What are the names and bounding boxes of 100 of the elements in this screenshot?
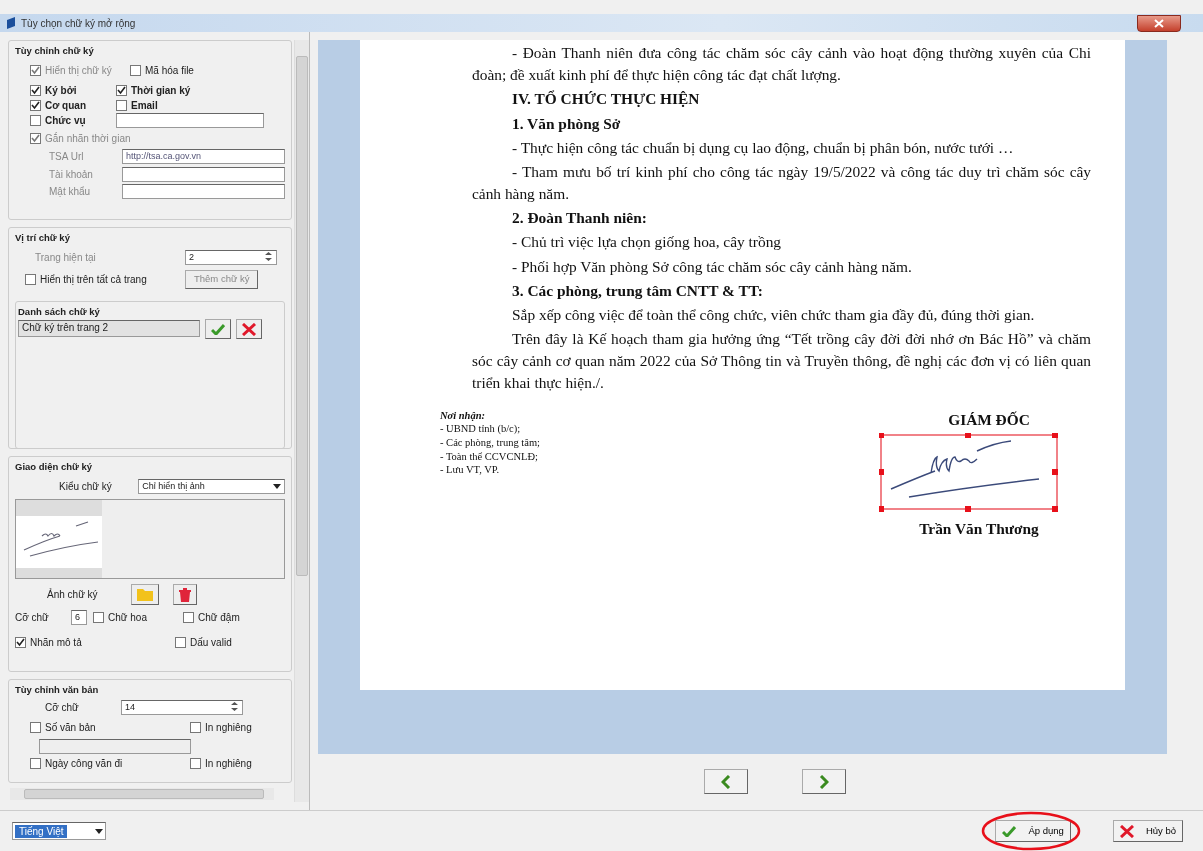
checkbox-label: Hiển thị chữ ký (45, 64, 112, 79)
group-title: Vị trí chữ ký (15, 231, 72, 246)
spinner-arrows-icon[interactable] (264, 251, 273, 263)
checkbox[interactable] (116, 100, 127, 112)
scrollbar-thumb[interactable] (24, 789, 264, 799)
field-label: Trang hiện tại (35, 251, 97, 266)
checkbox-label: Mã hóa file (145, 64, 194, 79)
checkbox[interactable] (175, 636, 186, 648)
checkbox-label: Hiển thị trên tất cả trang (40, 272, 147, 287)
window-title: Tùy chọn chữ ký mở rộng (21, 16, 136, 31)
field-label: Mật khẩu (49, 185, 92, 200)
app-icon (6, 17, 16, 29)
dropdown-arrow-icon (273, 484, 281, 490)
checkbox-label: Ký bởi (45, 84, 77, 99)
recipient-item: - UBND tỉnh (b/c); (440, 422, 522, 436)
field-label: Tài khoản (49, 167, 94, 182)
checkbox-label: In nghiêng (205, 757, 252, 772)
dropdown-arrow-icon (95, 828, 103, 834)
recipient-item: - Các phòng, trung tâm; (440, 435, 541, 450)
paragraph: - Đoàn Thanh niên đưa công tác chăm sóc cây cảnh vào hoạt động thường xuyên của Chi đoàn; đề xuất kinh phí để thực hiện công tác đạt chất lượng. (472, 43, 1091, 86)
paragraph: Sắp xếp công việc để toàn thể công chức, viên chức tham gia đầy đủ, đúng thời gian. (511, 304, 1036, 325)
right-chevron-icon (819, 774, 829, 789)
checkbox[interactable] (30, 100, 41, 112)
folder-icon (137, 588, 153, 602)
paragraph: - Tham mưu bố trí kinh phí cho công tác ngày 19/5/2022 và công tác duy trì chăm sóc cây cảnh hàng năm. (472, 161, 1091, 205)
group-title: Giao diện chữ ký (15, 460, 95, 475)
checkbox-label: Chức vụ (45, 114, 86, 129)
close-icon (1154, 18, 1164, 28)
checkbox[interactable] (93, 611, 104, 623)
field-label: Cỡ chữ (15, 610, 50, 625)
checkbox-label: Email (131, 99, 158, 114)
cancel-button[interactable]: Hủy bỏ (1112, 820, 1183, 842)
confirm-button[interactable] (205, 318, 231, 339)
horizontal-scrollbar[interactable] (10, 788, 274, 800)
list-item[interactable]: Chữ ký trên trang 2 (18, 320, 200, 338)
recipient-item: - Lưu VT, VP. (440, 463, 501, 477)
field-value: 14 (125, 700, 135, 714)
paragraph: Trên đây là Kế hoạch tham gia hưởng ứng “Tết trồng cây đời đời nhớ ơn Bác Hồ” và chăm sóc cây cảnh cơ quan năm 2022 của Sở Thông tin và Truyền thông, đề nghị các đơn vị có liên quan triển khai thực hiện./. (472, 329, 1091, 394)
scrollbar[interactable] (294, 40, 309, 802)
text-field[interactable]: http://tsa.ca.gov.vn (122, 149, 285, 165)
delete-image-button[interactable] (173, 584, 197, 605)
section-heading: 3. Các phòng, trung tâm CNTT & TT: (511, 280, 764, 301)
apply-button[interactable]: Áp dụng (995, 820, 1071, 842)
close-button[interactable] (1137, 14, 1181, 32)
field-label: TSA Url (49, 150, 85, 165)
checkbox-label: In nghiêng (205, 720, 252, 735)
delete-button[interactable] (236, 318, 262, 339)
spinner-arrows-icon[interactable] (230, 700, 239, 712)
checkbox[interactable] (190, 758, 201, 770)
group-title: Tùy chỉnh văn bản (15, 683, 101, 698)
spin-field[interactable]: 2 (185, 250, 277, 266)
checkbox-label: Chữ hoa (108, 610, 147, 625)
checkbox[interactable] (15, 636, 26, 648)
checkbox[interactable] (25, 273, 36, 285)
checkbox-label: Chữ đậm (198, 610, 240, 625)
checkbox-label: Nhãn mô tả (30, 635, 82, 650)
close-icon (1119, 824, 1134, 838)
paragraph: - Thực hiện công tác chuẩn bị dụng cụ lao động, chuẩn bị phân bón, nước tưới … (511, 137, 1015, 158)
close-icon (242, 322, 256, 336)
checkbox[interactable] (30, 132, 41, 144)
checkbox-label: Số văn bản (45, 720, 96, 735)
dropdown[interactable]: Chỉ hiển thị ảnh (138, 479, 285, 495)
recipient-item: - Toàn thể CCVCNLĐ; (440, 449, 539, 464)
checkmark-icon (1002, 825, 1017, 837)
checkbox[interactable] (30, 758, 41, 770)
paragraph: - Phối hợp Văn phòng Sở công tác chăm sóc cây cảnh hàng năm. (511, 256, 913, 277)
checkbox[interactable] (190, 721, 201, 733)
text-field[interactable] (39, 738, 191, 754)
next-button[interactable] (802, 769, 846, 794)
recipients-title: Nơi nhận: (440, 408, 487, 423)
text-field[interactable] (122, 166, 285, 182)
checkbox[interactable] (183, 611, 194, 623)
checkmark-icon (211, 323, 225, 335)
checkbox[interactable] (30, 721, 41, 733)
text-field[interactable] (116, 113, 264, 129)
checkbox-label: Cơ quan (45, 99, 86, 114)
field-value: 2 (189, 251, 194, 265)
checkbox-label: Gắn nhãn thời gian (45, 131, 131, 146)
previous-button[interactable] (704, 769, 748, 794)
language-dropdown[interactable]: Tiếng Việt (12, 822, 106, 840)
spin-field[interactable]: 14 (121, 699, 243, 715)
checkbox[interactable] (30, 85, 41, 97)
selection-frame[interactable] (879, 432, 1058, 512)
field-label: Ảnh chữ ký (47, 587, 99, 602)
checkbox-label: Ngày công văn đi (45, 757, 123, 772)
checkbox[interactable] (130, 65, 141, 77)
field-label: Kiểu chữ ký (59, 480, 113, 495)
open-folder-button[interactable] (131, 584, 159, 605)
group-title: Tùy chỉnh chữ ký (15, 44, 96, 59)
section-heading: 1. Văn phòng Sở (511, 113, 622, 134)
checkbox[interactable] (116, 85, 127, 97)
checkbox[interactable] (30, 115, 41, 127)
dropdown-value: Chỉ hiển thị ảnh (142, 480, 205, 494)
text-field[interactable] (122, 184, 285, 200)
signer-title: GIÁM ĐỐC (948, 409, 1030, 430)
scrollbar-thumb[interactable] (296, 56, 308, 576)
checkbox-label: Thời gian ký (131, 84, 191, 99)
section-heading: 2. Đoàn Thanh niên: (511, 208, 648, 229)
text-field[interactable]: 6 (71, 609, 87, 625)
paragraph: - Chủ trì việc lựa chọn giống hoa, cây trồng (511, 232, 783, 253)
